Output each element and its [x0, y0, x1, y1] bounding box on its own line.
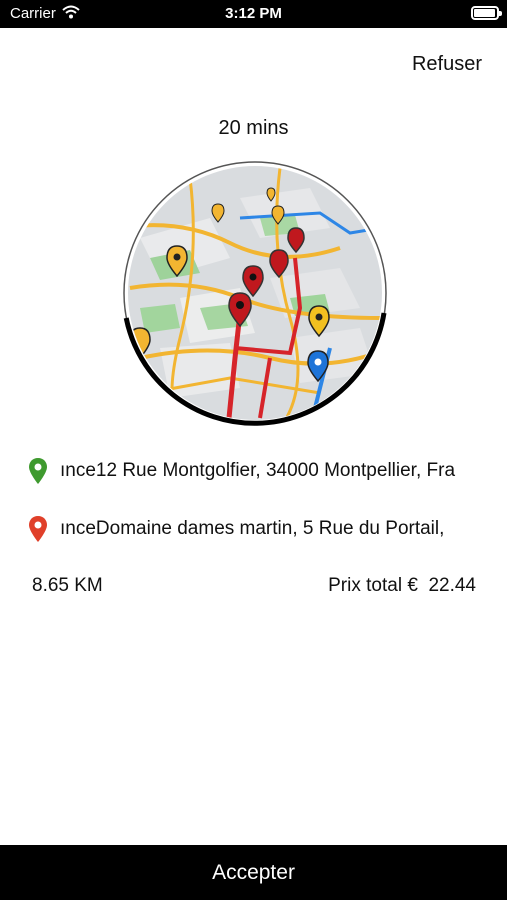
price-total: Prix total € 22.44: [328, 575, 476, 597]
price-label: Prix total €: [328, 575, 418, 596]
pickup-pin-icon: [28, 457, 48, 490]
dropoff-row: ınceDomaine dames martin, 5 Rue du Porta…: [28, 515, 483, 545]
status-time: 3:12 PM: [225, 5, 282, 22]
battery-fill: [474, 9, 495, 17]
accept-button[interactable]: Accepter: [0, 845, 507, 900]
distance-label: 8.65 KM: [32, 575, 103, 596]
route-map: [120, 158, 390, 428]
dropoff-address: ınceDomaine dames martin, 5 Rue du Porta…: [60, 518, 445, 539]
pickup-row: ınce12 Rue Montgolfier, 34000 Montpellie…: [28, 457, 483, 487]
status-bar: Carrier 3:12 PM: [0, 0, 507, 28]
dropoff-pin-icon: [28, 515, 48, 548]
battery-icon: [471, 6, 502, 20]
price-value: 22.44: [428, 575, 476, 596]
refuse-button[interactable]: Refuser: [412, 53, 482, 76]
pickup-address: ınce12 Rue Montgolfier, 34000 Montpellie…: [60, 460, 456, 481]
eta-label: 20 mins: [218, 117, 289, 139]
